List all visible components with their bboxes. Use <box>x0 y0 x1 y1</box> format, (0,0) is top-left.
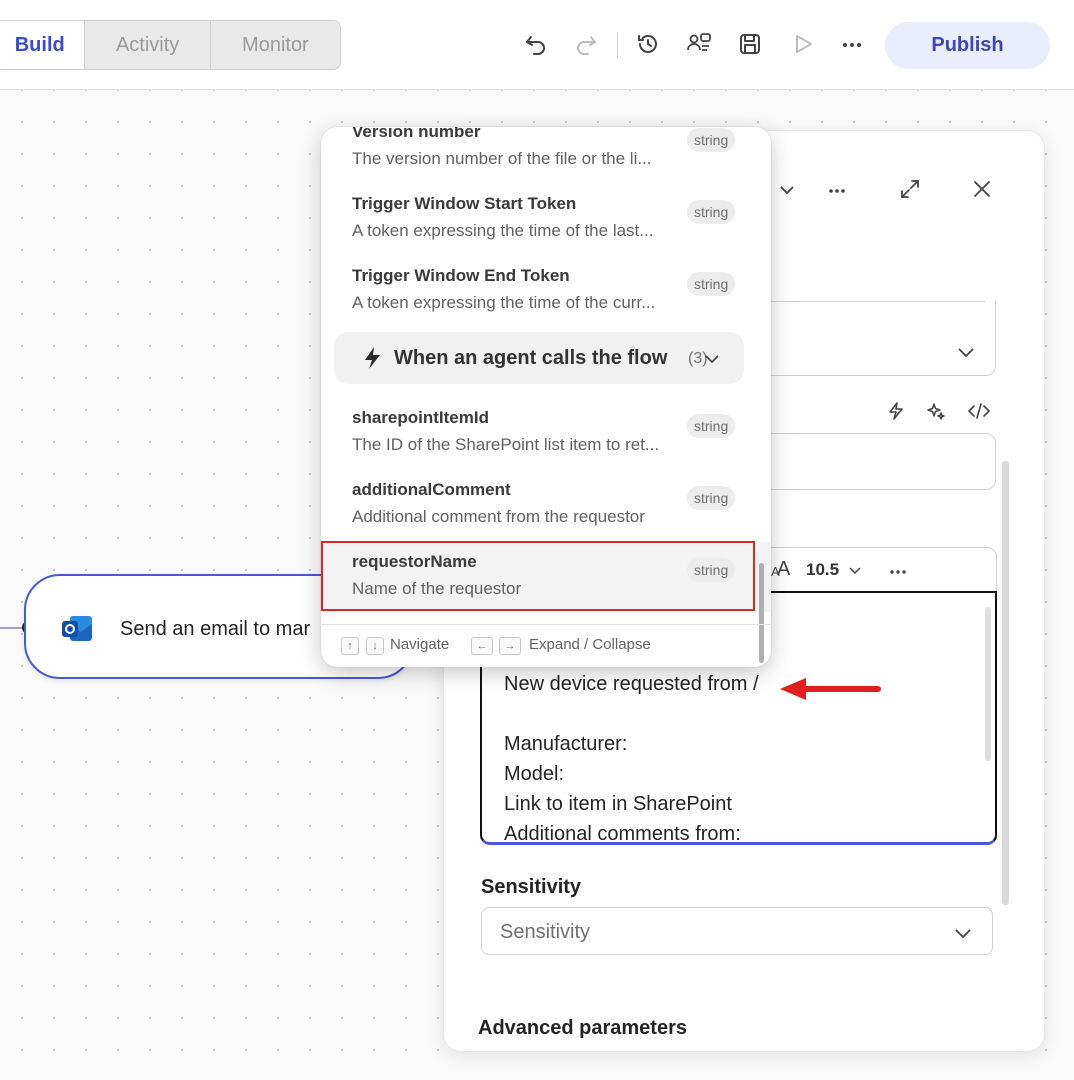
node-title: Send an email to mar <box>120 618 311 640</box>
item-description: A token expressing the time of the last.… <box>352 221 654 240</box>
annotation-arrow-icon <box>780 678 881 700</box>
list-item[interactable]: Version number The version number of the… <box>321 127 771 182</box>
save-icon[interactable] <box>736 30 764 58</box>
body-line: Additional comments from: <box>504 823 741 845</box>
font-size-value[interactable]: 10.5 <box>806 560 839 580</box>
code-icon[interactable] <box>965 399 993 423</box>
expand-icon[interactable] <box>896 175 924 203</box>
list-item[interactable]: Trigger Window End Token A token express… <box>321 256 771 326</box>
arrow-left-key-icon: ← <box>471 637 493 655</box>
undo-icon[interactable] <box>522 30 550 58</box>
advanced-parameters-label[interactable]: Advanced parameters <box>478 1017 687 1040</box>
sensitivity-dropdown[interactable]: Sensitivity <box>481 907 993 955</box>
body-line: New device requested from / <box>504 673 759 695</box>
body-line: Manufacturer: <box>504 733 628 755</box>
group-title: When an agent calls the flow <box>394 347 668 369</box>
sensitivity-label: Sensitivity <box>481 876 582 898</box>
tab-build[interactable]: Build <box>0 21 85 69</box>
list-item[interactable]: Trigger Window Start Token A token expre… <box>321 184 771 254</box>
arrow-up-key-icon: ↑ <box>341 637 359 655</box>
chevron-down-icon <box>953 339 979 365</box>
tab-activity[interactable]: Activity <box>84 21 209 69</box>
item-name: sharepointItemId <box>352 408 489 427</box>
more-icon[interactable] <box>885 558 911 584</box>
list-item[interactable]: sharepointItemId The ID of the SharePoin… <box>321 398 771 468</box>
type-badge: string <box>687 200 736 224</box>
chevron-down-icon[interactable] <box>847 562 863 578</box>
item-description: The ID of the SharePoint list item to re… <box>352 435 660 454</box>
publish-button[interactable]: Publish <box>885 22 1050 69</box>
item-name: additionalComment <box>352 480 511 499</box>
outlook-icon <box>60 610 96 646</box>
copilot-icon[interactable] <box>924 399 948 423</box>
arrow-right-key-icon: → <box>499 637 521 655</box>
lightning-icon <box>360 345 384 371</box>
navigate-hint: Navigate <box>390 636 450 653</box>
item-name: Version number <box>352 127 481 141</box>
item-description: The version number of the file or the li… <box>352 149 652 168</box>
keyboard-hints: ↑ ↓ Navigate ← → Expand / Collapse <box>321 624 771 667</box>
body-line: Model: <box>504 763 565 785</box>
editor-scrollbar[interactable] <box>985 607 991 761</box>
list-item[interactable]: additionalComment Additional comment fro… <box>321 470 771 540</box>
chevron-down-icon[interactable] <box>774 177 800 203</box>
close-icon[interactable] <box>968 175 996 203</box>
group-header-agent-trigger[interactable]: When an agent calls the flow (3) <box>334 332 744 384</box>
sensitivity-placeholder: Sensitivity <box>500 921 591 943</box>
item-description: A token expressing the time of the curr.… <box>352 293 656 312</box>
more-icon[interactable] <box>838 30 866 58</box>
dynamic-content-icon[interactable] <box>884 399 908 423</box>
type-badge: string <box>687 128 736 152</box>
chevron-down-icon <box>702 349 722 369</box>
item-description: Additional comment from the requestor <box>352 507 645 526</box>
toolbar-divider <box>617 32 618 58</box>
item-name: Trigger Window End Token <box>352 266 570 285</box>
view-tabs: Build Activity Monitor <box>0 20 341 70</box>
arrow-down-key-icon: ↓ <box>366 637 384 655</box>
dynamic-content-popup: Version number The version number of the… <box>321 127 771 667</box>
connections-icon[interactable] <box>685 30 713 58</box>
type-badge: string <box>687 486 736 510</box>
type-badge: string <box>687 272 736 296</box>
tab-monitor[interactable]: Monitor <box>209 21 340 69</box>
redo-icon[interactable] <box>572 30 600 58</box>
panel-scrollbar[interactable] <box>1002 461 1009 905</box>
history-icon[interactable] <box>634 30 662 58</box>
font-size-icon-small: A <box>771 564 780 579</box>
top-toolbar: Build Activity Monitor Publish <box>0 0 1074 90</box>
more-icon[interactable] <box>824 177 850 203</box>
type-badge: string <box>687 414 736 438</box>
subject-input[interactable] <box>744 433 996 490</box>
run-icon[interactable] <box>789 30 817 58</box>
chevron-down-icon <box>950 920 976 946</box>
expand-collapse-hint: Expand / Collapse <box>529 636 651 653</box>
item-name: Trigger Window Start Token <box>352 194 577 213</box>
body-line: Link to item in SharePoint <box>504 793 732 815</box>
annotation-highlight-box <box>321 541 755 611</box>
